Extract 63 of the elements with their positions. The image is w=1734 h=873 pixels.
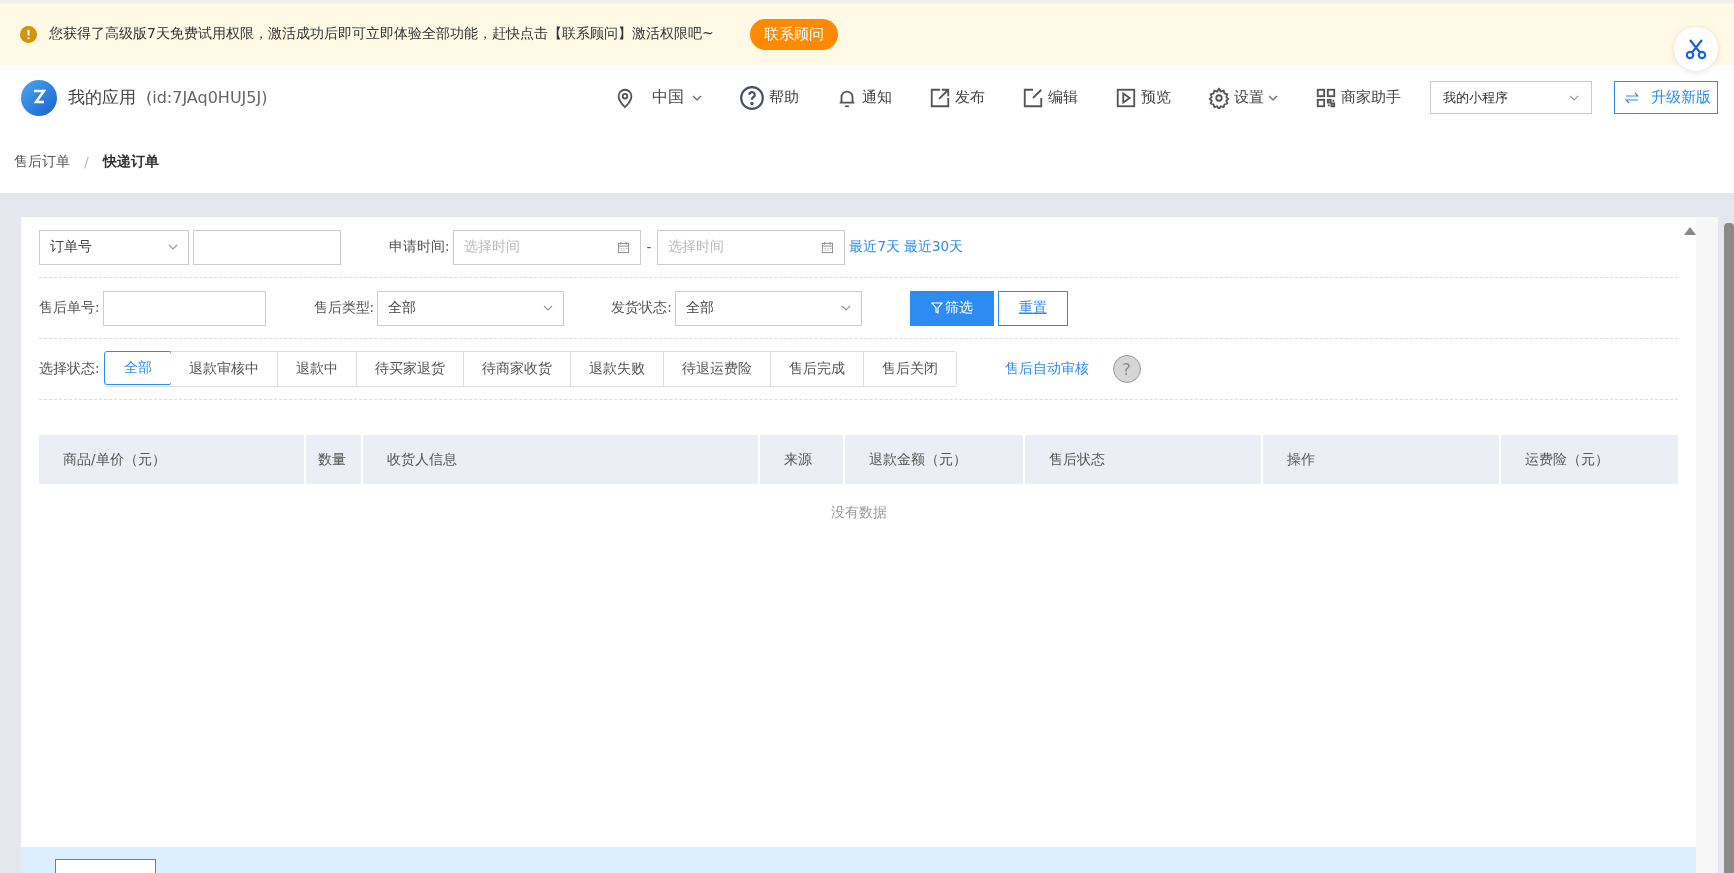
- empty-message: 没有数据: [829, 504, 888, 522]
- status-tab[interactable]: 全部: [103, 351, 172, 385]
- caret-icon: [168, 244, 178, 250]
- quick-range-link[interactable]: 最近30天: [904, 238, 964, 256]
- calendar-icon: [821, 240, 835, 254]
- funnel-icon: [930, 302, 943, 314]
- field-label: 售后类型:: [313, 299, 375, 317]
- order-field-select[interactable]: 订单号: [39, 229, 189, 265]
- qr-code-icon: [1315, 86, 1337, 109]
- app-logo-icon: [21, 79, 57, 116]
- order-input[interactable]: [193, 229, 341, 265]
- column-header: 操作: [1263, 435, 1501, 484]
- nav-item[interactable]: 预览: [1115, 86, 1171, 109]
- field-label: 选择状态:: [39, 360, 100, 378]
- shipping-status-select[interactable]: 全部: [674, 290, 862, 326]
- gear-icon: [1208, 86, 1230, 109]
- scissors-icon: [1684, 37, 1708, 61]
- play-icon: [1115, 86, 1137, 109]
- region-select[interactable]: 中国: [614, 86, 702, 109]
- reset-button[interactable]: 重置: [997, 290, 1068, 326]
- trial-message: 您获得了高级版7天免费试用权限，激活成功后即可立即体验全部功能，赶快点击【联系顾问】激活权限吧~: [49, 25, 714, 43]
- breadcrumb-item: 快递订单: [102, 152, 159, 171]
- column-header: 退款金额（元）: [845, 435, 1025, 484]
- field-label: 售后单号:: [39, 299, 100, 317]
- field-label: 申请时间:: [389, 238, 450, 256]
- share-icon: [929, 86, 951, 109]
- edit-icon: [1022, 86, 1044, 109]
- date-separator: -: [646, 239, 652, 255]
- column-header: 数量: [306, 435, 363, 484]
- breadcrumb-item[interactable]: 售后订单: [14, 152, 70, 171]
- nav-item[interactable]: 发布: [929, 86, 985, 109]
- caret-icon: [543, 305, 554, 311]
- app-name: 我的应用: [68, 86, 136, 109]
- nav-item[interactable]: 编辑: [1022, 86, 1078, 109]
- nav-item[interactable]: 通知: [836, 86, 892, 109]
- caret-icon: [840, 305, 851, 311]
- help-icon: [739, 84, 765, 111]
- after-sale-type-select[interactable]: 全部: [377, 290, 565, 326]
- nav-item[interactable]: 帮助: [739, 84, 799, 111]
- auto-review-link[interactable]: 售后自动审核: [1004, 360, 1089, 378]
- breadcrumb-separator: /: [84, 153, 89, 170]
- app-select[interactable]: 我的小程序: [1430, 81, 1592, 114]
- caret-icon: [692, 94, 702, 101]
- after-sale-number-input[interactable]: [102, 290, 266, 326]
- column-header: 商品/单价（元）: [39, 435, 306, 484]
- warning-icon: [20, 25, 37, 43]
- app-id: (id:7JAq0HUJ5J): [146, 88, 268, 107]
- column-header: 收货人信息: [363, 435, 760, 484]
- calendar-icon: [616, 240, 630, 254]
- scroll-up-icon: [1684, 227, 1697, 235]
- scrollbar[interactable]: [1724, 223, 1734, 873]
- nav-item[interactable]: 商家助手: [1315, 86, 1401, 109]
- nav-item[interactable]: 设置: [1208, 86, 1278, 109]
- column-header: 运费险（元）: [1524, 449, 1610, 469]
- swap-icon: [1625, 91, 1639, 104]
- upgrade-button[interactable]: 升级新版: [1614, 81, 1718, 114]
- caret-icon: [1569, 94, 1579, 101]
- caret-icon: [1268, 94, 1278, 101]
- status-tab[interactable]: 退款审核中: [170, 352, 278, 386]
- column-header: 售后状态: [1025, 435, 1263, 484]
- quick-range-link[interactable]: 最近7天: [849, 238, 901, 256]
- column-header: 来源: [760, 435, 845, 484]
- field-label: 发货状态:: [611, 299, 672, 317]
